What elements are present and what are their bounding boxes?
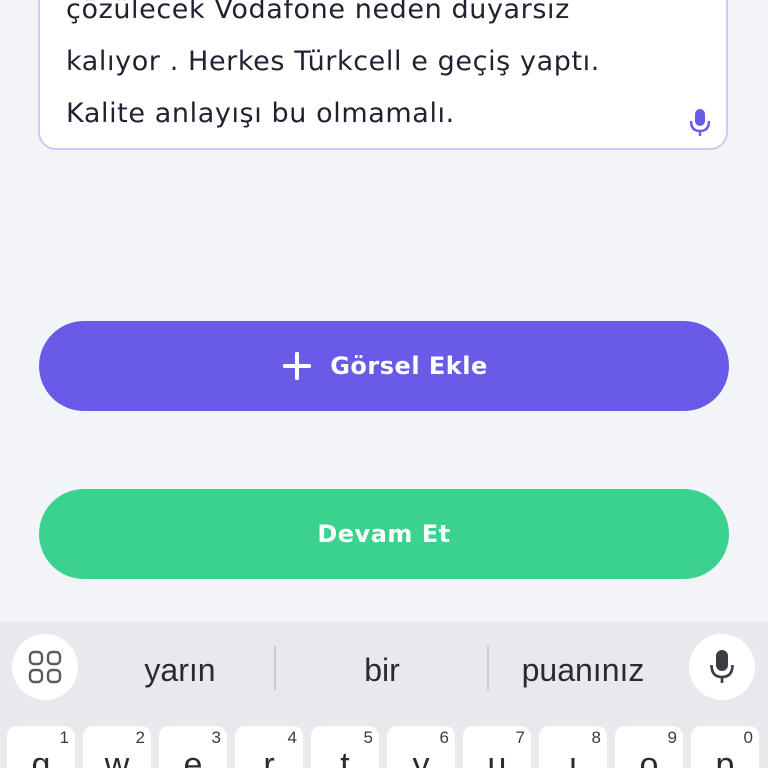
- add-image-label: Görsel Ekle: [330, 352, 488, 380]
- keyboard-apps-button[interactable]: [12, 634, 78, 700]
- key-letter: y: [412, 746, 430, 768]
- key-p[interactable]: 0 p: [691, 726, 759, 768]
- complaint-line: Kalite anlayışı bu olmamalı.: [66, 98, 455, 129]
- suggestion-1[interactable]: yarın: [90, 646, 270, 694]
- key-number: 4: [287, 728, 297, 747]
- key-number: 2: [135, 728, 145, 747]
- complaint-line: çözülecek Vodafone neden duyarsız: [66, 0, 570, 25]
- key-e[interactable]: 3 e: [159, 726, 227, 768]
- suggestion-divider: [274, 646, 276, 690]
- key-q[interactable]: 1 q: [7, 726, 75, 768]
- continue-button[interactable]: Devam Et: [39, 489, 729, 579]
- key-letter: r: [263, 746, 275, 768]
- key-t[interactable]: 5 t: [311, 726, 379, 768]
- key-number: 6: [439, 728, 449, 747]
- key-r[interactable]: 4 r: [235, 726, 303, 768]
- key-letter: t: [340, 746, 350, 768]
- suggestion-divider: [487, 646, 489, 690]
- microphone-icon[interactable]: [688, 108, 712, 138]
- complaint-text: çözülecek Vodafone neden duyarsız kalıyo…: [66, 0, 600, 140]
- suggestion-3[interactable]: puanınız: [494, 646, 672, 694]
- key-number: 7: [515, 728, 525, 747]
- key-dotless-i[interactable]: 8 ı: [539, 726, 607, 768]
- key-number: 8: [591, 728, 601, 747]
- suggestion-2[interactable]: bir: [290, 646, 474, 694]
- key-number: 1: [59, 728, 69, 747]
- key-w[interactable]: 2 w: [83, 726, 151, 768]
- complaint-line: kalıyor . Herkes Türkcell e geçiş yaptı.: [66, 46, 600, 77]
- plus-icon: [283, 352, 312, 380]
- key-letter: u: [487, 746, 507, 768]
- key-letter: w: [104, 746, 130, 768]
- key-letter: o: [639, 746, 659, 768]
- screen: çözülecek Vodafone neden duyarsız kalıyo…: [0, 0, 768, 768]
- key-o[interactable]: 9 o: [615, 726, 683, 768]
- key-y[interactable]: 6 y: [387, 726, 455, 768]
- voice-input-button[interactable]: [689, 634, 755, 700]
- add-image-button[interactable]: Görsel Ekle: [39, 321, 729, 411]
- key-letter: e: [183, 746, 203, 768]
- on-screen-keyboard: yarın bir puanınız 1 q 2 w 3 e 4 r 5 t 6…: [0, 622, 768, 768]
- key-letter: q: [31, 746, 51, 768]
- grid-icon: [28, 650, 62, 684]
- key-letter: p: [715, 746, 735, 768]
- microphone-icon: [710, 650, 734, 683]
- key-number: 9: [667, 728, 677, 747]
- key-number: 5: [363, 728, 373, 747]
- suggestion-bar: yarın bir puanınız: [0, 622, 768, 718]
- complaint-textarea[interactable]: çözülecek Vodafone neden duyarsız kalıyo…: [38, 0, 728, 150]
- key-number: 3: [211, 728, 221, 747]
- continue-label: Devam Et: [317, 520, 451, 548]
- key-u[interactable]: 7 u: [463, 726, 531, 768]
- key-letter: ı: [568, 746, 578, 768]
- key-number: 0: [743, 728, 753, 747]
